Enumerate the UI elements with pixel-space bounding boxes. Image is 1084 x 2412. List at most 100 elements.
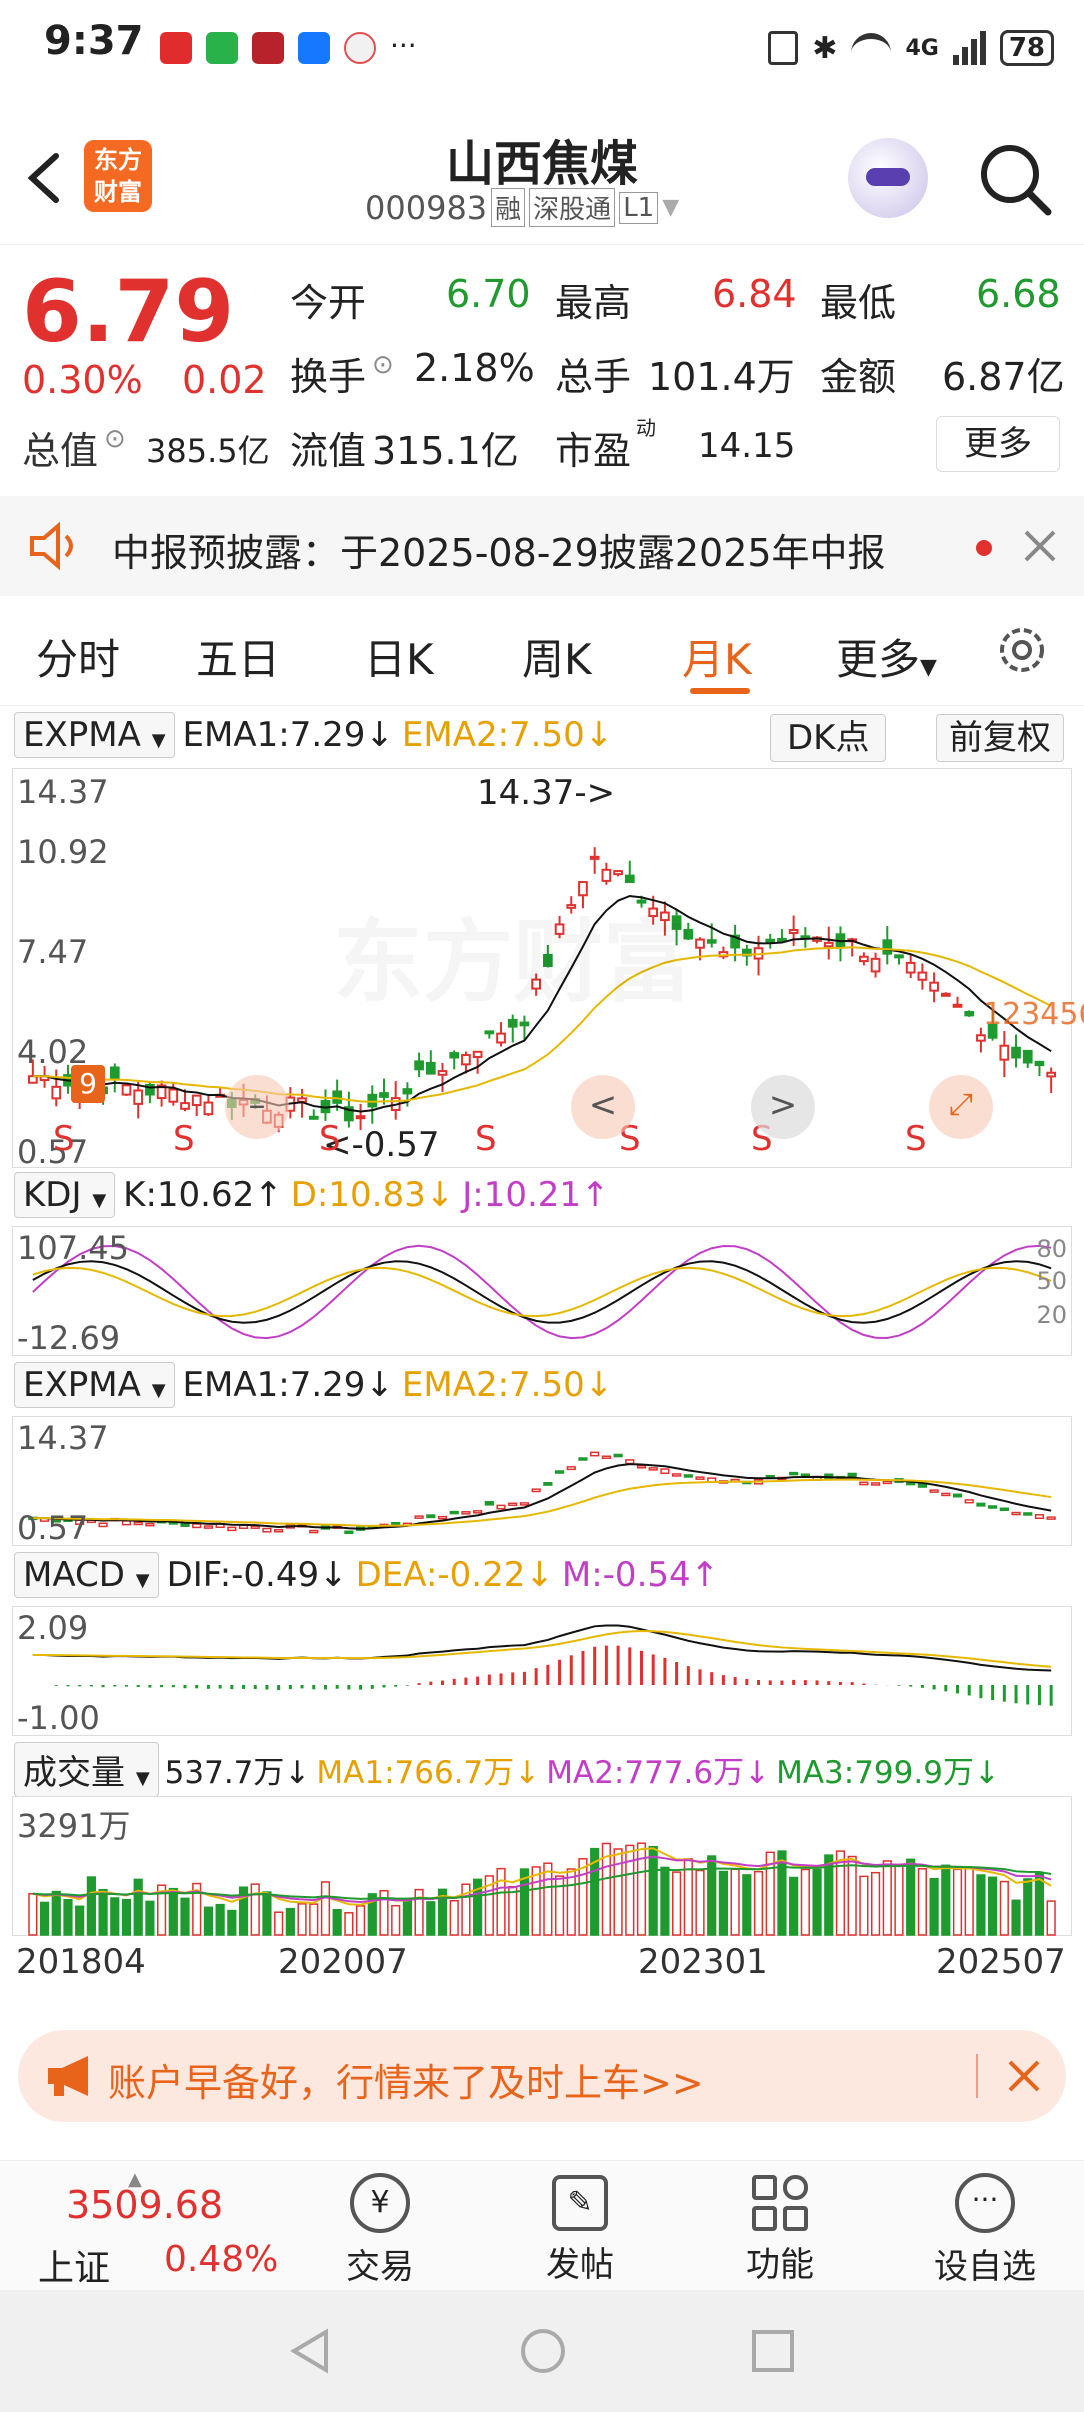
- index-change[interactable]: 0.48%: [164, 2239, 278, 2280]
- more-button[interactable]: 更多: [936, 416, 1060, 472]
- tab-weekly-k[interactable]: 周K: [522, 626, 592, 687]
- volume-bar: [203, 1906, 214, 1936]
- tag-connect: 深股通: [529, 188, 616, 227]
- volume-bar: [964, 1867, 974, 1936]
- macd-panel[interactable]: 2.09 -1.00: [12, 1606, 1072, 1737]
- volume-bar: [426, 1901, 436, 1936]
- index-value[interactable]: 3509.68: [66, 2183, 223, 2227]
- mini-candle: [274, 1529, 284, 1533]
- index-name[interactable]: 上证: [38, 2239, 110, 2291]
- volume-bar: [391, 1904, 401, 1936]
- volume-bar: [180, 1897, 190, 1936]
- candle-body: [355, 1115, 366, 1120]
- notification-icons: ···: [160, 32, 417, 64]
- main-chart-panel[interactable]: 14.37 10.92 7.47 4.02 0.57 14.37-> <-0.5…: [12, 768, 1084, 1171]
- low-value: 6.68: [976, 272, 1061, 316]
- volume-bar: [554, 1875, 565, 1936]
- expma-ema1-line: [32, 1463, 1052, 1530]
- nfc-icon: [768, 31, 799, 65]
- promo-banner[interactable]: 账户早备好，行情来了及时上车>>: [18, 2030, 1066, 2122]
- dk-point-button[interactable]: DK点: [770, 714, 887, 762]
- close-promo-button[interactable]: [1002, 2054, 1046, 2098]
- candle-body: [601, 868, 612, 882]
- active-tab-underline: [690, 688, 750, 694]
- volume-bar: [870, 1871, 881, 1936]
- quote-panel: 6.79 0.30% 0.02 今开 6.70 最高 6.84 最低 6.68 …: [0, 246, 1084, 496]
- info-icon[interactable]: ⊙: [104, 424, 126, 454]
- main-indicator-select[interactable]: EXPMA ▼: [14, 712, 175, 758]
- fullscreen-button[interactable]: ⤢: [929, 1075, 993, 1139]
- mini-candle: [976, 1502, 986, 1507]
- system-recents-button[interactable]: [748, 2326, 798, 2376]
- volume-bar: [309, 1903, 319, 1936]
- nine-turn-badge: 9: [71, 1065, 105, 1103]
- expma-indicator-select[interactable]: EXPMA ▼: [14, 1362, 175, 1408]
- notice-bar[interactable]: 中报预披露：于2025-08-29披露2025年中报: [0, 496, 1084, 596]
- macd-indicator-select[interactable]: MACD ▼: [14, 1552, 159, 1598]
- scroll-left-button[interactable]: <: [571, 1075, 635, 1139]
- kdj-panel[interactable]: 107.45 -12.69 80 50 20: [12, 1226, 1072, 1357]
- candle-body: [367, 1093, 378, 1108]
- robot-assistant-icon[interactable]: [848, 138, 928, 218]
- tab-intraday[interactable]: 分时: [36, 626, 120, 687]
- mini-candle: [999, 1507, 1009, 1512]
- volume-bar: [98, 1888, 108, 1936]
- tab-daily-k[interactable]: 日K: [364, 626, 434, 687]
- volume-y-label: 3291万: [17, 1807, 131, 1845]
- macd-y-label-1: -1.00: [17, 1699, 100, 1737]
- candle-body: [859, 955, 869, 963]
- zoom-out-button[interactable]: –: [225, 1075, 289, 1139]
- kdj-level-80: 80: [1036, 1235, 1067, 1263]
- volume-value: 101.4万: [648, 355, 795, 399]
- nav-functions[interactable]: 功能: [730, 2173, 830, 2286]
- tab-more[interactable]: 更多▼: [836, 626, 937, 687]
- nav-add-watchlist[interactable]: ··· 设自选: [920, 2173, 1050, 2288]
- x-label-2: 202301: [638, 1942, 768, 1982]
- caret-down-icon: ▼: [920, 655, 937, 680]
- volume-bar: [332, 1909, 342, 1936]
- nav-post[interactable]: ✎ 发帖: [530, 2173, 630, 2286]
- tab-five-day[interactable]: 五日: [196, 626, 280, 687]
- kdj-indicator-select[interactable]: KDJ ▼: [14, 1172, 116, 1218]
- volume-bar: [917, 1868, 928, 1936]
- volume-bar: [941, 1864, 951, 1936]
- expma-panel[interactable]: 14.37 0.57: [12, 1416, 1072, 1547]
- mini-candle: [203, 1525, 214, 1529]
- tab-monthly-k[interactable]: 月K: [682, 626, 752, 687]
- nav-trade[interactable]: ¥ 交易: [330, 2173, 430, 2288]
- candle-body: [940, 992, 951, 997]
- mini-candle: [449, 1510, 459, 1515]
- adjust-button[interactable]: 前复权: [936, 714, 1064, 762]
- mini-candle: [625, 1459, 635, 1465]
- close-notice-button[interactable]: [1018, 524, 1062, 568]
- volume-bar: [496, 1867, 506, 1936]
- macd-dif: DIF:-0.49↓: [166, 1555, 348, 1595]
- stock-code-row[interactable]: 000983 融 深股通 L1 ▼: [365, 188, 679, 227]
- scroll-right-button[interactable]: >: [751, 1075, 815, 1139]
- kdj-indicator-row: KDJ ▼ K:10.62↑ D:10.83↓ J:10.21↑: [14, 1172, 610, 1218]
- promo-text: 账户早备好，行情来了及时上车>>: [108, 2061, 704, 2105]
- volume-bar: [285, 1907, 295, 1936]
- candle-body: [133, 1089, 144, 1105]
- macd-dea-line: [32, 1630, 1052, 1668]
- candle-body: [449, 1052, 460, 1059]
- volume-panel[interactable]: 3291万: [12, 1796, 1072, 1936]
- main-y-label-2: 7.47: [17, 933, 89, 971]
- volume-bar: [882, 1860, 892, 1936]
- volume-bar: [531, 1866, 541, 1936]
- system-back-button[interactable]: [286, 2326, 336, 2376]
- amount-value: 6.87亿: [942, 355, 1065, 399]
- mini-candle: [683, 1474, 693, 1478]
- volume-indicator-select[interactable]: 成交量 ▼: [14, 1742, 159, 1797]
- settings-button[interactable]: [994, 622, 1050, 678]
- edit-icon: ✎: [552, 2175, 608, 2231]
- bank-icon: [252, 32, 284, 64]
- volume-bar: [730, 1868, 740, 1936]
- candle-body: [1022, 1049, 1033, 1064]
- search-button[interactable]: [976, 140, 1056, 220]
- info-icon[interactable]: ⊙: [372, 350, 394, 380]
- system-home-button[interactable]: [518, 2326, 568, 2376]
- mini-candle: [519, 1502, 530, 1506]
- volume-bar: [1011, 1899, 1021, 1936]
- main-y-label-1: 10.92: [17, 833, 109, 871]
